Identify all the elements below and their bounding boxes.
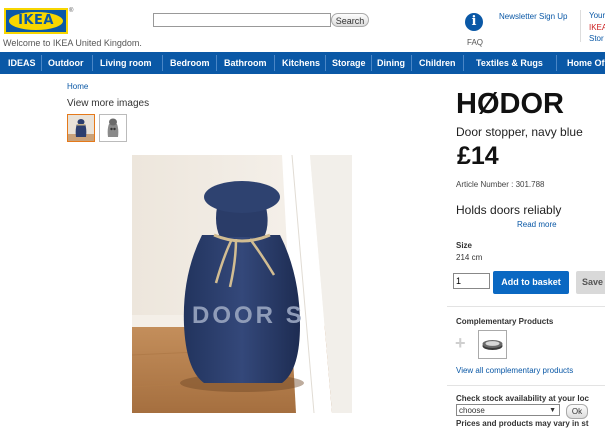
nav-divider: [274, 55, 275, 71]
store-select-value: choose: [459, 406, 485, 415]
nav-divider: [92, 55, 93, 71]
nav-item-children[interactable]: Children: [419, 52, 456, 74]
complementary-products-title: Complementary Products: [456, 317, 554, 326]
complementary-product-image: [479, 331, 506, 358]
product-tagline: Holds doors reliably: [456, 203, 562, 217]
size-value: 214 cm: [456, 253, 483, 262]
product-price: £14: [457, 142, 499, 170]
stock-availability-title: Check stock availability at your loc: [456, 394, 589, 403]
product-name: HØDOR: [456, 88, 564, 120]
nav-divider: [41, 55, 42, 71]
main-nav: IDEAS Outdoor Living room Bedroom Bathro…: [0, 52, 605, 74]
product-description: Door stopper, navy blue: [456, 125, 583, 139]
header-divider: [580, 10, 581, 42]
info-icon[interactable]: i: [465, 13, 483, 31]
add-to-basket-button[interactable]: Add to basket: [493, 271, 569, 294]
search-button[interactable]: Search: [331, 13, 369, 27]
doorstop-thumbnail-image-2: [100, 115, 126, 141]
thumbnail-1[interactable]: [67, 114, 95, 142]
registered-mark: ®: [69, 8, 74, 14]
chevron-down-icon: ▼: [549, 407, 556, 414]
breadcrumb-home[interactable]: Home: [67, 82, 88, 91]
save-button[interactable]: Save: [576, 271, 605, 294]
nav-item-kitchens[interactable]: Kitchens: [282, 52, 320, 74]
article-number: Article Number : 301.788: [456, 180, 545, 189]
read-more-link[interactable]: Read more: [517, 220, 557, 229]
ikea-logo[interactable]: IKEA: [4, 8, 68, 34]
nav-item-storage[interactable]: Storage: [332, 52, 366, 74]
faq-link[interactable]: FAQ: [467, 38, 483, 47]
divider: [447, 306, 605, 307]
store-select[interactable]: choose ▼: [456, 404, 560, 416]
welcome-text: Welcome to IKEA United Kingdom.: [3, 38, 142, 48]
view-more-images-label: View more images: [67, 98, 150, 109]
doorstop-photo-image: DOOR S: [132, 155, 352, 413]
quantity-input[interactable]: [453, 273, 490, 289]
nav-item-home-office[interactable]: Home Of: [567, 52, 605, 74]
nav-divider: [162, 55, 163, 71]
nav-divider: [556, 55, 557, 71]
nav-divider: [325, 55, 326, 71]
store-link[interactable]: Stor: [589, 34, 604, 43]
nav-divider: [463, 55, 464, 71]
price-variation-note: Prices and products may vary in st: [456, 419, 589, 428]
divider: [447, 385, 605, 386]
your-ikea-link-2[interactable]: IKEA: [589, 23, 605, 32]
nav-divider: [216, 55, 217, 71]
plus-icon: +: [455, 333, 466, 353]
doorstop-thumbnail-image: [68, 115, 94, 141]
nav-item-ideas[interactable]: IDEAS: [8, 52, 36, 74]
nav-item-textiles-rugs[interactable]: Textiles & Rugs: [476, 52, 543, 74]
product-photo: DOOR S: [132, 155, 352, 413]
nav-item-bathroom[interactable]: Bathroom: [224, 52, 267, 74]
nav-divider: [371, 55, 372, 71]
your-ikea-link[interactable]: Your: [589, 11, 605, 20]
nav-item-outdoor[interactable]: Outdoor: [48, 52, 84, 74]
nav-item-bedroom[interactable]: Bedroom: [170, 52, 210, 74]
logo-text: IKEA: [18, 13, 54, 28]
ok-button[interactable]: Ok: [566, 404, 588, 419]
nav-item-living-room[interactable]: Living room: [100, 52, 152, 74]
thumbnail-2[interactable]: [99, 114, 127, 142]
view-all-complementary-link[interactable]: View all complementary products: [456, 366, 573, 375]
nav-divider: [411, 55, 412, 71]
nav-item-dining[interactable]: Dining: [377, 52, 405, 74]
search-input[interactable]: [153, 13, 331, 27]
complementary-product-thumbnail[interactable]: [478, 330, 507, 359]
size-label: Size: [456, 241, 473, 250]
bag-print-text: DOOR S: [192, 302, 305, 329]
newsletter-link[interactable]: Newsletter Sign Up: [499, 12, 567, 21]
